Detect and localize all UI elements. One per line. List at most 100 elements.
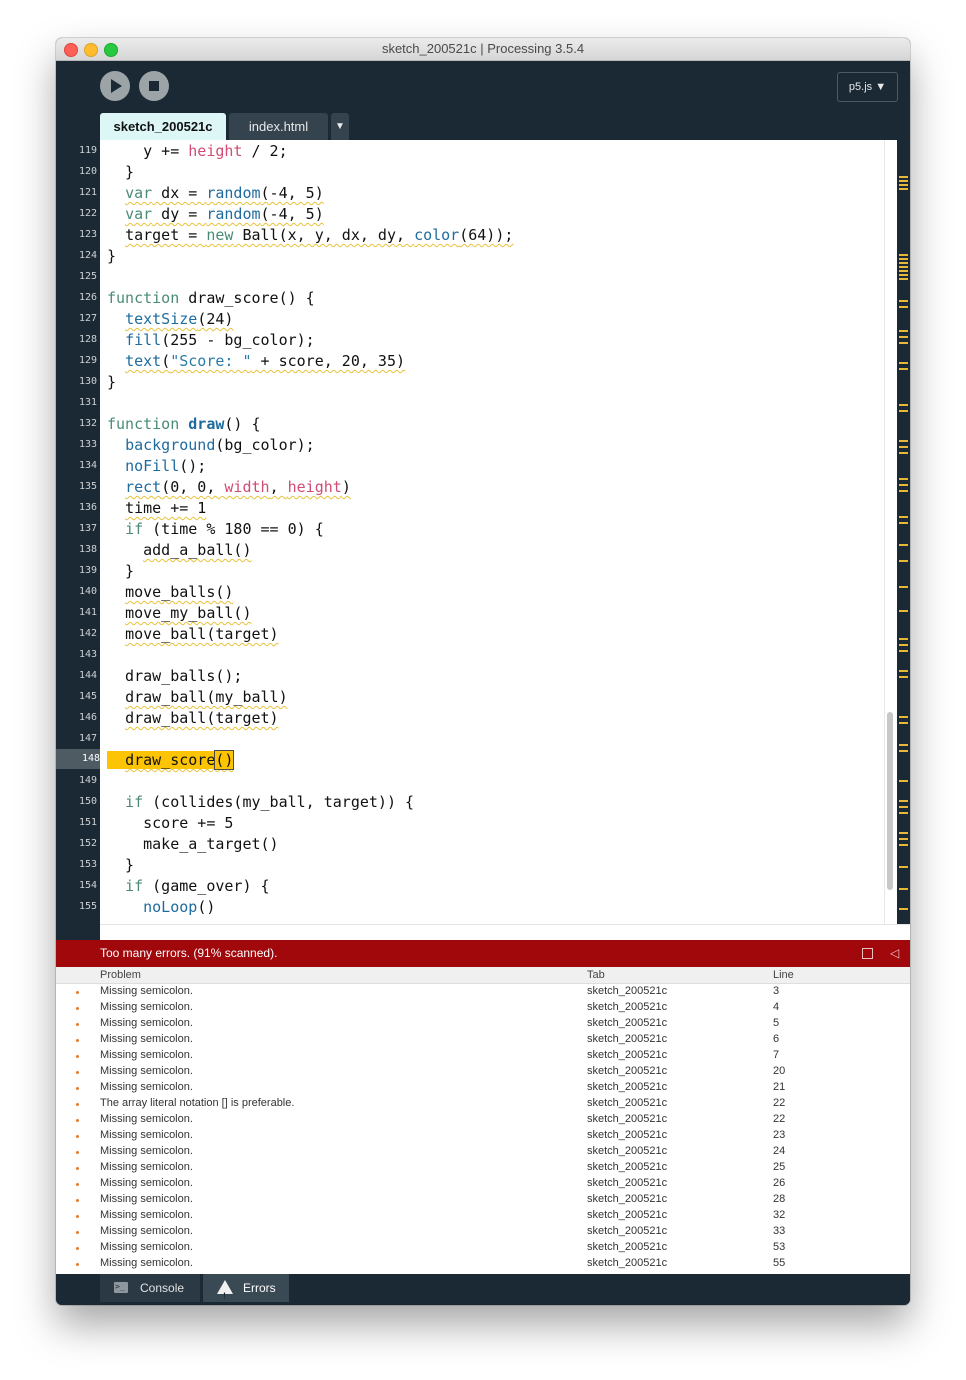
code-line[interactable]: target = new Ball(x, y, dx, dy, color(64… bbox=[107, 225, 513, 246]
code-line[interactable]: text("Score: " + score, 20, 35) bbox=[107, 351, 513, 372]
table-row[interactable]: Missing semicolon. sketch_200521c 28 bbox=[56, 1192, 910, 1208]
code-line[interactable]: draw_balls(); bbox=[107, 666, 513, 687]
error-tab: sketch_200521c bbox=[587, 1001, 668, 1013]
code-line[interactable]: background(bg_color); bbox=[107, 435, 513, 456]
code-line[interactable]: function draw() { bbox=[107, 414, 513, 435]
processing-window: sketch_200521c | Processing 3.5.4 p5.js … bbox=[56, 38, 910, 1305]
line-number: 119 bbox=[78, 145, 97, 156]
code-line[interactable] bbox=[107, 771, 513, 792]
table-row[interactable]: Missing semicolon. sketch_200521c 4 bbox=[56, 1000, 910, 1016]
code-line[interactable]: } bbox=[107, 246, 513, 267]
error-tab: sketch_200521c bbox=[587, 1161, 668, 1173]
errors-tab[interactable]: Errors bbox=[203, 1274, 289, 1305]
line-number: 133 bbox=[78, 439, 97, 450]
code-line[interactable]: fill(255 - bg_color); bbox=[107, 330, 513, 351]
editor-scroll-thumb[interactable] bbox=[887, 712, 893, 890]
code-line[interactable]: } bbox=[107, 372, 513, 393]
table-row[interactable]: Missing semicolon. sketch_200521c 22 bbox=[56, 1112, 910, 1128]
error-line: 33 bbox=[773, 1225, 786, 1237]
code-line[interactable] bbox=[107, 729, 513, 750]
copy-icon[interactable] bbox=[862, 948, 873, 959]
error-bullet-icon bbox=[76, 1183, 79, 1186]
code-line[interactable]: move_my_ball() bbox=[107, 603, 513, 624]
code-editor[interactable]: y += height / 2; } var dx = random(-4, 5… bbox=[100, 140, 884, 924]
column-header-problem[interactable]: Problem bbox=[100, 969, 141, 981]
code-line[interactable]: var dy = random(-4, 5) bbox=[107, 204, 513, 225]
table-row[interactable]: Missing semicolon. sketch_200521c 32 bbox=[56, 1208, 910, 1224]
table-row[interactable]: Missing semicolon. sketch_200521c 21 bbox=[56, 1080, 910, 1096]
table-row[interactable]: Missing semicolon. sketch_200521c 20 bbox=[56, 1064, 910, 1080]
error-line: 32 bbox=[773, 1209, 786, 1221]
code-line[interactable]: if (time % 180 == 0) { bbox=[107, 519, 513, 540]
code-line[interactable]: make_a_target() bbox=[107, 834, 513, 855]
line-number: 123 bbox=[78, 229, 97, 240]
table-row[interactable]: Missing semicolon. sketch_200521c 7 bbox=[56, 1048, 910, 1064]
code-line[interactable]: } bbox=[107, 855, 513, 876]
line-number: 143 bbox=[78, 649, 97, 660]
code-line[interactable]: time += 1 bbox=[107, 498, 513, 519]
column-header-tab[interactable]: Tab bbox=[587, 969, 605, 981]
code-line[interactable]: move_balls() bbox=[107, 582, 513, 603]
table-row[interactable]: Missing semicolon. sketch_200521c 53 bbox=[56, 1240, 910, 1256]
error-tab: sketch_200521c bbox=[587, 1017, 668, 1029]
table-row[interactable]: Missing semicolon. sketch_200521c 24 bbox=[56, 1144, 910, 1160]
mode-selector[interactable]: p5.js ▼ bbox=[837, 72, 898, 102]
error-tab: sketch_200521c bbox=[587, 985, 668, 997]
collapse-triangle-icon[interactable]: ◁ bbox=[890, 940, 899, 967]
error-bullet-icon bbox=[76, 1023, 79, 1026]
code-line[interactable]: add_a_ball() bbox=[107, 540, 513, 561]
error-marker-column[interactable] bbox=[897, 140, 910, 924]
tabs-menu-button[interactable]: ▼ bbox=[331, 113, 349, 140]
error-problem: Missing semicolon. bbox=[100, 1081, 193, 1093]
table-row[interactable]: Missing semicolon. sketch_200521c 25 bbox=[56, 1160, 910, 1176]
table-row[interactable]: Missing semicolon. sketch_200521c 6 bbox=[56, 1032, 910, 1048]
run-button[interactable] bbox=[100, 71, 130, 101]
table-row[interactable]: Missing semicolon. sketch_200521c 26 bbox=[56, 1176, 910, 1192]
code-line[interactable]: if (game_over) { bbox=[107, 876, 513, 897]
table-row[interactable]: Missing semicolon. sketch_200521c 23 bbox=[56, 1128, 910, 1144]
code-line[interactable]: } bbox=[107, 162, 513, 183]
tab-index-html[interactable]: index.html bbox=[229, 113, 328, 140]
table-row[interactable]: Missing semicolon. sketch_200521c 55 bbox=[56, 1256, 910, 1272]
error-bullet-icon bbox=[76, 1135, 79, 1138]
code-line[interactable]: draw_ball(target) bbox=[107, 708, 513, 729]
tab-sketch[interactable]: sketch_200521c bbox=[100, 113, 226, 140]
code-line-current[interactable]: draw_score() bbox=[107, 750, 513, 771]
code-line[interactable]: y += height / 2; bbox=[107, 141, 513, 162]
error-bullet-icon bbox=[76, 1151, 79, 1154]
error-line: 55 bbox=[773, 1257, 786, 1269]
code-line[interactable]: noLoop() bbox=[107, 897, 513, 918]
code-line[interactable]: draw_ball(my_ball) bbox=[107, 687, 513, 708]
table-row[interactable]: Missing semicolon. sketch_200521c 33 bbox=[56, 1224, 910, 1240]
line-number: 150 bbox=[78, 796, 97, 807]
code-line[interactable] bbox=[107, 645, 513, 666]
line-number: 138 bbox=[78, 544, 97, 555]
column-header-line[interactable]: Line bbox=[773, 969, 794, 981]
console-tab[interactable]: Console bbox=[100, 1273, 200, 1302]
table-row[interactable]: Missing semicolon. sketch_200521c 5 bbox=[56, 1016, 910, 1032]
stop-button[interactable] bbox=[139, 71, 169, 101]
line-number: 151 bbox=[78, 817, 97, 828]
code-line[interactable]: if (collides(my_ball, target)) { bbox=[107, 792, 513, 813]
error-problem: Missing semicolon. bbox=[100, 1193, 193, 1205]
code-line[interactable]: rect(0, 0, width, height) bbox=[107, 477, 513, 498]
line-number: 145 bbox=[78, 691, 97, 702]
code-line[interactable]: score += 5 bbox=[107, 813, 513, 834]
error-line: 24 bbox=[773, 1145, 786, 1157]
code-line[interactable]: textSize(24) bbox=[107, 309, 513, 330]
error-problem: Missing semicolon. bbox=[100, 1209, 193, 1221]
error-problem: The array literal notation [] is prefera… bbox=[100, 1097, 295, 1109]
code-line[interactable]: noFill(); bbox=[107, 456, 513, 477]
code-line[interactable]: var dx = random(-4, 5) bbox=[107, 183, 513, 204]
code-line[interactable]: function draw_score() { bbox=[107, 288, 513, 309]
code-line[interactable] bbox=[107, 393, 513, 414]
editor-horizontal-scrollbar[interactable] bbox=[100, 924, 910, 941]
table-row[interactable]: The array literal notation [] is prefera… bbox=[56, 1096, 910, 1112]
code-line[interactable]: } bbox=[107, 561, 513, 582]
code-text[interactable]: y += height / 2; } var dx = random(-4, 5… bbox=[107, 141, 513, 918]
line-number: 126 bbox=[78, 292, 97, 303]
error-line: 26 bbox=[773, 1177, 786, 1189]
table-row[interactable]: Missing semicolon. sketch_200521c 3 bbox=[56, 984, 910, 1000]
code-line[interactable] bbox=[107, 267, 513, 288]
code-line[interactable]: move_ball(target) bbox=[107, 624, 513, 645]
